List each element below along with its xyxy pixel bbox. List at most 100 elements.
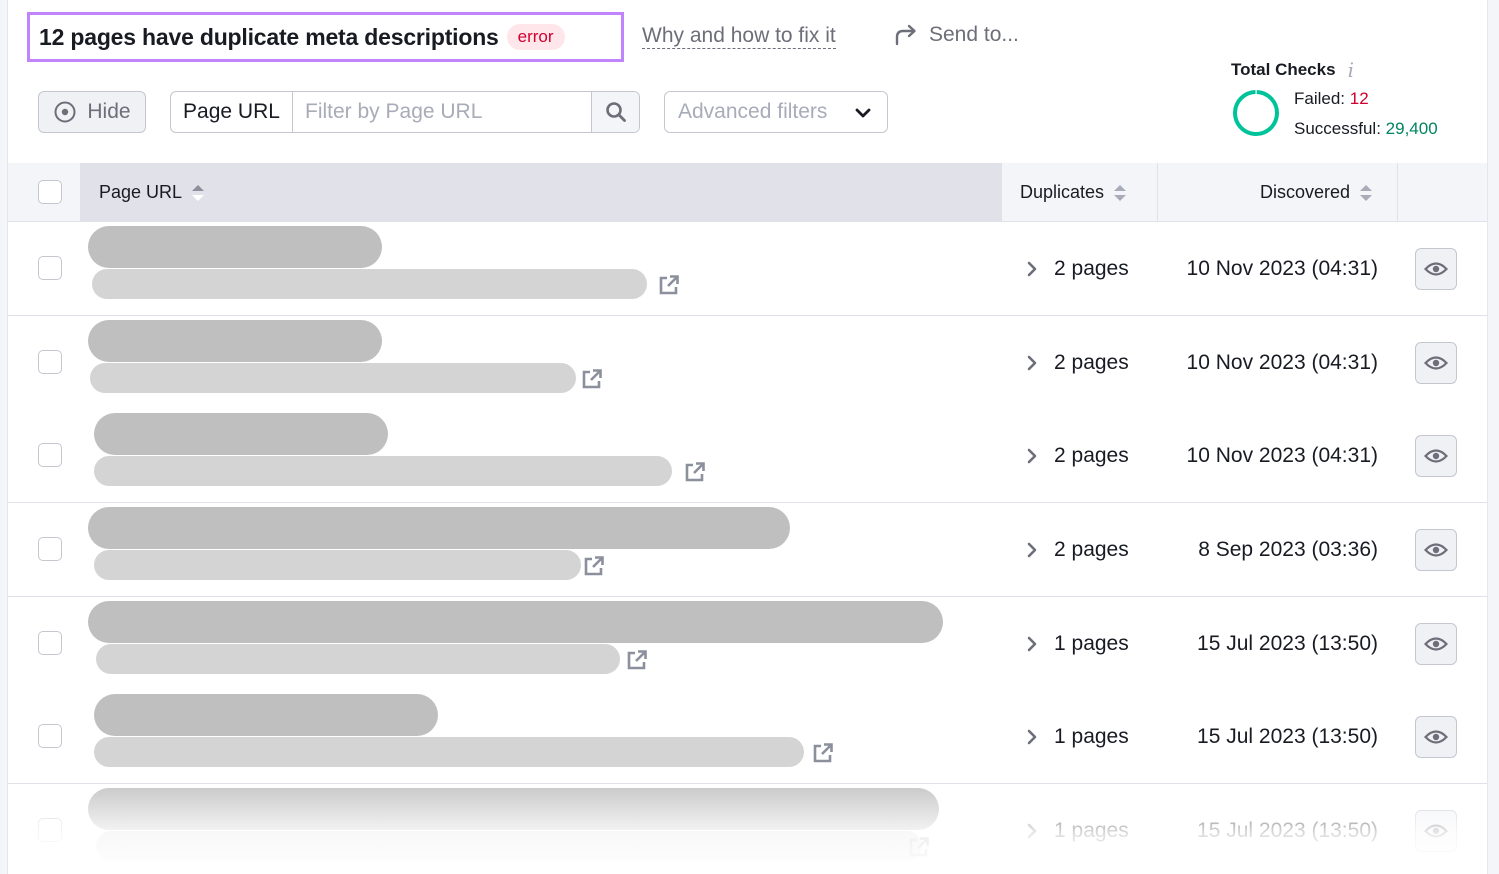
discovered-date: 15 Jul 2023 (13:50) [1197,725,1378,748]
search-icon [605,102,626,122]
external-link-icon[interactable] [908,836,930,858]
duplicates-expand-toggle[interactable]: 1 pages [1026,784,1129,874]
page-title-redacted [94,413,388,455]
filter-field-label[interactable]: Page URL [171,92,293,132]
view-details-button[interactable] [1415,342,1457,384]
external-link-icon[interactable] [658,274,680,296]
left-gutter [0,0,8,874]
table-header: Page URL Duplicates Discovered [8,163,1487,222]
duplicates-expand-toggle[interactable]: 1 pages [1026,597,1129,691]
why-and-how-to-fix-link[interactable]: Why and how to fix it [642,24,836,49]
duplicates-count: 2 pages [1054,538,1129,561]
sort-icon [192,184,205,201]
chevron-right-icon [1027,729,1037,745]
page-url-redacted[interactable] [90,363,576,393]
eye-icon [1424,824,1448,838]
select-all-checkbox[interactable] [38,180,62,204]
chevron-down-icon [855,108,871,118]
failed-value: 12 [1349,89,1369,108]
row-checkbox[interactable] [38,818,62,842]
external-link-icon[interactable] [583,555,605,577]
duplicates-expand-toggle[interactable]: 2 pages [1026,316,1129,410]
row-checkbox[interactable] [38,350,62,374]
view-details-button[interactable] [1415,248,1457,290]
column-label: Page URL [99,182,183,202]
view-details-button[interactable] [1415,623,1457,665]
external-link-icon[interactable] [581,368,603,390]
column-label: Duplicates [1020,182,1105,202]
row-checkbox[interactable] [38,724,62,748]
donut-success-arc [1233,90,1279,137]
row-checkbox[interactable] [38,256,62,280]
advanced-filters-label: Advanced filters [678,100,828,123]
send-to-label: Send to... [929,23,1019,46]
page-url-redacted[interactable] [92,269,647,299]
page-title-redacted [88,788,939,830]
successful-value: 29,400 [1385,119,1438,138]
row-checkbox[interactable] [38,631,62,655]
info-icon[interactable]: i [1348,58,1354,82]
hide-label: Hide [87,100,131,123]
duplicates-count: 2 pages [1054,257,1129,280]
discovered-date: 15 Jul 2023 (13:50) [1197,632,1378,655]
sort-icon [1114,184,1127,201]
duplicates-count: 2 pages [1054,351,1129,374]
page-url-redacted[interactable] [96,644,620,674]
column-header-discovered[interactable]: Discovered [1158,163,1398,222]
table-row: 1 pages 15 Jul 2023 (13:50) [8,597,1487,691]
total-checks-widget: Total Checks i Failed: 12 Successful: 29… [1231,58,1481,138]
eye-icon [1424,730,1448,744]
chevron-right-icon [1027,542,1037,558]
page-url-filter: Page URL [170,91,640,133]
table-row: 2 pages 10 Nov 2023 (04:31) [8,316,1487,410]
page-url-redacted[interactable] [94,550,581,580]
page-url-redacted[interactable] [96,831,922,861]
column-header-page-url[interactable]: Page URL [80,163,1002,222]
send-to-button[interactable]: Send to... [893,22,1019,48]
filter-by-page-url-input[interactable] [293,92,591,132]
view-details-button[interactable] [1415,810,1457,852]
page-title-redacted [88,320,382,362]
page-url-redacted[interactable] [94,737,804,767]
row-checkbox[interactable] [38,443,62,467]
failed-checks: Failed: 12 [1294,89,1369,109]
eye-icon [1424,449,1448,463]
external-link-icon[interactable] [684,461,706,483]
duplicates-count: 1 pages [1054,632,1129,655]
search-button[interactable] [591,92,639,132]
chevron-right-icon [1027,823,1037,839]
sort-icon [1360,184,1372,201]
duplicates-count: 2 pages [1054,444,1129,467]
view-details-button[interactable] [1415,529,1457,571]
table-row: 1 pages 15 Jul 2023 (13:50) [8,690,1487,784]
eye-icon [1424,262,1448,276]
severity-badge: error [506,24,565,50]
table-row: 2 pages 8 Sep 2023 (03:36) [8,503,1487,597]
share-arrow-icon [895,24,916,46]
view-details-button[interactable] [1415,716,1457,758]
discovered-date: 10 Nov 2023 (04:31) [1186,351,1378,374]
page-title-redacted [88,226,382,268]
hide-button[interactable]: Hide [38,91,146,133]
duplicates-expand-toggle[interactable]: 1 pages [1026,690,1129,784]
eye-icon [1424,637,1448,651]
view-details-button[interactable] [1415,435,1457,477]
chevron-right-icon [1027,448,1037,464]
row-checkbox[interactable] [38,537,62,561]
column-header-duplicates[interactable]: Duplicates [1002,163,1158,222]
scrollbar-track[interactable] [1487,0,1499,874]
duplicates-expand-toggle[interactable]: 2 pages [1026,222,1129,316]
discovered-date: 10 Nov 2023 (04:31) [1186,444,1378,467]
advanced-filters-dropdown[interactable]: Advanced filters [664,91,888,133]
checks-donut-chart [1233,90,1279,137]
page-title-redacted [88,601,943,643]
duplicates-expand-toggle[interactable]: 2 pages [1026,409,1129,503]
page-url-redacted[interactable] [94,456,672,486]
page-title: 12 pages have duplicate meta description… [39,23,499,50]
eye-icon [1424,356,1448,370]
external-link-icon[interactable] [812,742,834,764]
eye-icon [54,101,76,123]
external-link-icon[interactable] [626,649,648,671]
duplicates-expand-toggle[interactable]: 2 pages [1026,503,1129,597]
chevron-right-icon [1027,355,1037,371]
